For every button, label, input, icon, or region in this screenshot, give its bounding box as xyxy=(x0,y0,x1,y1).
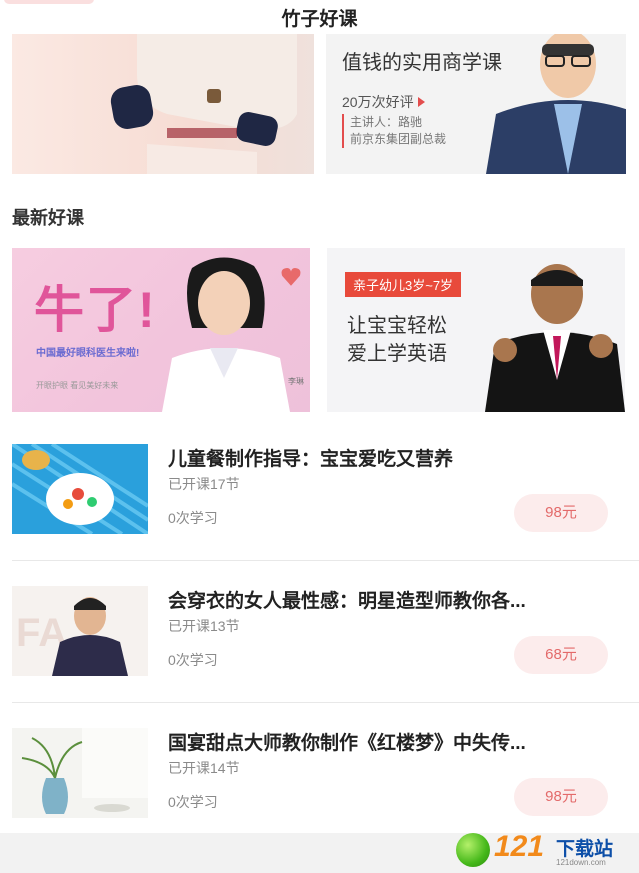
course-lessons: 已开课14节 xyxy=(168,760,240,776)
price-button[interactable]: 68元 xyxy=(514,636,608,674)
course-thumbnail xyxy=(12,444,148,534)
plate-image xyxy=(12,444,148,534)
watermark-number: 121 xyxy=(494,830,545,863)
divider xyxy=(12,702,639,703)
course-title: 国宴甜点大师教你制作《红楼梦》中失传... xyxy=(168,733,526,754)
banner-rating-text: 20万次好评 xyxy=(342,94,414,110)
course-learners: 0次学习 xyxy=(168,794,218,810)
watermark-text: 下载站 xyxy=(556,839,614,860)
vase-image xyxy=(12,728,148,818)
top-bar: 竹子好课 xyxy=(0,0,639,34)
card-slogan-line1: 让宝宝轻松 xyxy=(347,315,447,337)
banner-lecturer-name: 主讲人：路驰 xyxy=(350,115,423,129)
course-learners: 0次学习 xyxy=(168,652,218,668)
price-button[interactable]: 98元 xyxy=(514,494,608,532)
page-title: 竹子好课 xyxy=(281,9,358,30)
featured-card-kids-english[interactable]: 亲子幼儿3岁~7岁 让宝宝轻松 爱上学英语 xyxy=(327,248,625,412)
card-age-tag: 亲子幼儿3岁~7岁 xyxy=(345,272,462,297)
course-title: 儿童餐制作指导：宝宝爱吃又营养 xyxy=(168,449,454,470)
watermark-logo: 121 下载站 121down.com xyxy=(456,830,636,870)
divider xyxy=(12,560,639,561)
course-item[interactable]: FA 会穿衣的女人最性感：明星造型师教你各... 已开课13节 0次学习 68元 xyxy=(0,574,639,716)
banner-woman-image xyxy=(110,34,297,174)
banner-left[interactable] xyxy=(12,34,314,174)
course-thumbnail: FA xyxy=(12,586,148,676)
section-title: 最新好课 xyxy=(12,208,84,228)
course-learners: 0次学习 xyxy=(168,510,218,526)
card-teacher-image xyxy=(485,264,625,412)
card-slogan-line2: 爱上学英语 xyxy=(347,343,447,365)
banner-rating: 20万次好评 xyxy=(342,92,425,112)
card-slogan: 让宝宝轻松 爱上学英语 xyxy=(347,312,447,368)
play-triangle-icon xyxy=(417,97,425,107)
card-subtitle: 中国最好眼科医生来啦! xyxy=(36,348,140,359)
course-title: 会穿衣的女人最性感：明星造型师教你各... xyxy=(168,591,526,612)
card-headline: 牛了! xyxy=(34,282,157,338)
heart-icon xyxy=(281,267,301,286)
course-item[interactable]: 儿童餐制作指导：宝宝爱吃又营养 已开课17节 0次学习 98元 xyxy=(0,432,639,574)
globe-icon xyxy=(456,833,490,867)
course-lessons: 已开课13节 xyxy=(168,618,240,634)
course-thumbnail xyxy=(12,728,148,818)
price-button[interactable]: 98元 xyxy=(514,778,608,816)
banner-lecturer-title: 前京东集团副总裁 xyxy=(350,132,447,146)
banner-right[interactable]: 值钱的实用商学课 20万次好评 主讲人：路驰 前京东集团副总裁 xyxy=(326,34,626,174)
card-doctor-image xyxy=(162,257,290,412)
banner-man-image xyxy=(486,34,626,174)
stylist-image: FA xyxy=(12,586,148,676)
featured-card-eye-doctor[interactable]: 牛了! 中国最好眼科医生来啦! 开眼护眼 看见美好未来 李琳 xyxy=(12,248,310,412)
banner-lecturer: 主讲人：路驰 前京东集团副总裁 xyxy=(342,114,446,148)
course-lessons: 已开课17节 xyxy=(168,476,240,492)
card-tagline: 开眼护眼 看见美好未来 xyxy=(36,381,119,390)
watermark-url: 121down.com xyxy=(556,858,606,867)
